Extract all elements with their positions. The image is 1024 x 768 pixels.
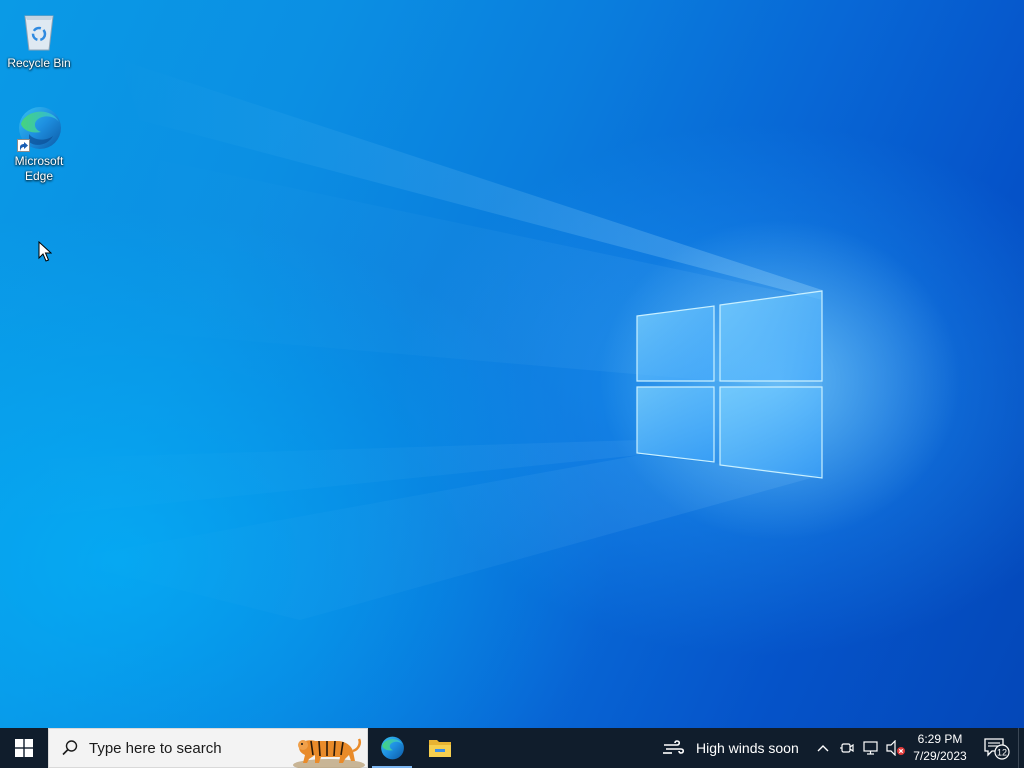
search-icon <box>62 740 78 756</box>
network-disconnected-icon <box>863 741 878 755</box>
notification-center-button[interactable]: 12 <box>978 728 1014 768</box>
tray-meet-now[interactable] <box>836 728 858 768</box>
desktop-icon-microsoft-edge[interactable]: Microsoft Edge <box>3 104 75 184</box>
show-desktop-button[interactable] <box>1018 728 1024 768</box>
weather-text: High winds soon <box>696 740 799 756</box>
recycle-bin-icon <box>15 6 63 54</box>
search-highlight-tiger-icon[interactable] <box>285 729 365 768</box>
tray-volume[interactable] <box>884 728 908 768</box>
taskbar-app-file-explorer[interactable] <box>416 728 464 768</box>
edge-icon <box>15 104 63 152</box>
wind-icon <box>663 740 685 754</box>
chevron-up-icon <box>817 745 829 752</box>
meet-now-icon <box>840 743 854 753</box>
edge-icon <box>381 736 404 760</box>
notification-count: 12 <box>997 748 1007 758</box>
weather-widget[interactable]: High winds soon <box>662 728 799 768</box>
taskbar-app-edge[interactable] <box>368 728 416 768</box>
search-placeholder: Type here to search <box>89 739 222 757</box>
clock-time: 6:29 PM <box>917 732 963 746</box>
desktop-icon-label: Microsoft Edge <box>14 154 64 183</box>
notification-center-icon: 12 <box>984 738 1010 760</box>
volume-muted-icon <box>886 740 905 756</box>
search-input[interactable]: Type here to search <box>48 728 368 768</box>
desktop-background[interactable]: Recycle Bin Microsoft Edge <box>0 0 1024 728</box>
shortcut-arrow-icon <box>17 139 30 152</box>
desktop-icon-label: Recycle Bin <box>7 56 71 70</box>
taskbar: Type here to search High winds soon 6:29… <box>0 728 1024 768</box>
windows-wallpaper-art <box>0 60 960 620</box>
start-button[interactable] <box>0 728 48 768</box>
show-hidden-icons-button[interactable] <box>812 728 834 768</box>
windows-logo-icon <box>15 739 33 757</box>
tray-network[interactable] <box>860 728 882 768</box>
clock-date: 7/29/2023 <box>913 749 967 763</box>
desktop-icon-recycle-bin[interactable]: Recycle Bin <box>3 6 75 71</box>
mouse-cursor-icon <box>38 240 53 268</box>
clock[interactable]: 6:29 PM 7/29/2023 <box>910 728 970 768</box>
folder-icon <box>429 740 451 757</box>
